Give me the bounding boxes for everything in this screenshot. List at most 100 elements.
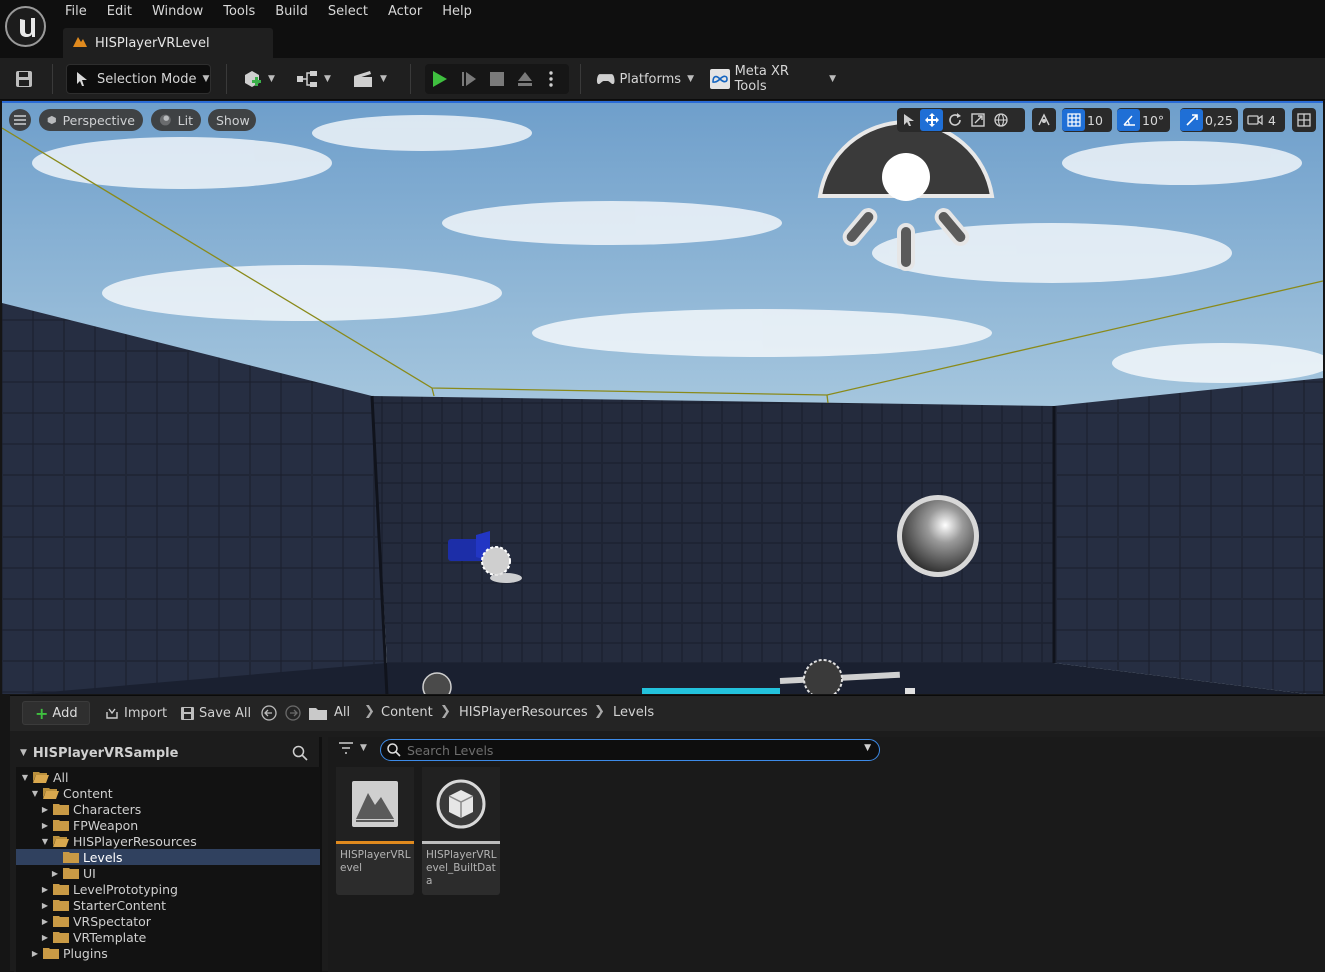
collapse-triangle-icon[interactable]: ▶ <box>50 869 60 878</box>
add-button[interactable]: + Add <box>22 701 90 725</box>
blueprint-icon <box>297 71 317 87</box>
filter-icon <box>339 742 353 754</box>
menu-file[interactable]: File <box>55 0 97 24</box>
import-button[interactable]: Import <box>105 701 167 725</box>
asset-tile-built-data[interactable]: HISPlayerVRLevel_BuiltData <box>422 767 500 895</box>
tree-item[interactable]: ▶ VRTemplate <box>16 929 320 945</box>
tree-item-label: Levels <box>83 849 123 865</box>
expand-triangle-icon[interactable]: ▼ <box>40 837 50 846</box>
viewport-scene <box>2 103 1323 694</box>
tree-item[interactable]: ▶ FPWeapon <box>16 817 320 833</box>
folder-tree: ▼ All ▼ Content ▶ Characters ▶ FPWeapon ▼ HISPlay… <box>16 767 320 972</box>
breadcrumb-content[interactable]: Content <box>381 705 433 720</box>
platforms-label: Platforms <box>619 71 682 87</box>
history-forward-icon[interactable] <box>285 701 301 725</box>
menu-help[interactable]: Help <box>432 0 482 24</box>
breadcrumb-separator-icon[interactable]: ❯ <box>594 704 605 719</box>
tree-item-label: All <box>53 769 69 785</box>
tree-item[interactable]: ▼ All <box>16 769 320 785</box>
show-label: Show <box>216 112 250 128</box>
more-options-icon[interactable] <box>539 71 563 87</box>
collapse-triangle-icon[interactable]: ▶ <box>40 885 50 894</box>
meta-xr-tools-dropdown[interactable]: Meta XR Tools ▼ <box>710 64 836 94</box>
translate-icon[interactable] <box>920 109 943 131</box>
collapse-triangle-icon[interactable]: ▶ <box>30 949 40 958</box>
asset-tile-level[interactable]: HISPlayerVRLevel <box>336 767 414 895</box>
breadcrumb-hisplayerresources[interactable]: HISPlayerResources <box>459 705 588 720</box>
collapse-triangle-icon[interactable]: ▶ <box>40 933 50 942</box>
scale-icon[interactable] <box>966 109 989 131</box>
tree-item[interactable]: ▶ Characters <box>16 801 320 817</box>
tree-item[interactable]: ▶ LevelPrototyping <box>16 881 320 897</box>
chevron-down-icon[interactable]: ▼ <box>864 743 871 753</box>
chevron-down-icon: ▼ <box>687 74 694 84</box>
eject-icon[interactable] <box>511 71 539 87</box>
viewport-layout-button[interactable] <box>1292 108 1316 132</box>
tree-item[interactable]: ▶ StarterContent <box>16 897 320 913</box>
menu-select[interactable]: Select <box>318 0 378 24</box>
asset-view: ▼ ▼ HISPlayerVRLevel HISPlayerVRLevel_Bu… <box>328 737 1325 972</box>
save-icon[interactable] <box>12 64 36 94</box>
save-all-button[interactable]: Save All <box>181 701 251 725</box>
selection-mode-dropdown[interactable]: Selection Mode ▼ <box>66 64 211 94</box>
tree-item[interactable]: ▶ UI <box>16 865 320 881</box>
select-cursor-icon[interactable] <box>897 109 920 131</box>
viewport-menu-button[interactable] <box>9 109 31 131</box>
history-back-icon[interactable] <box>261 701 277 725</box>
world-space-icon[interactable] <box>989 109 1012 131</box>
search-levels-input[interactable] <box>407 742 847 758</box>
folder-icon[interactable] <box>309 701 327 725</box>
import-label: Import <box>124 705 168 721</box>
tree-item[interactable]: ▶ Plugins <box>16 945 320 961</box>
save-all-label: Save All <box>199 705 252 721</box>
expand-triangle-icon[interactable]: ▼ <box>30 789 40 798</box>
collapse-triangle-icon[interactable]: ▶ <box>40 805 50 814</box>
import-icon <box>106 708 118 719</box>
add-actor-button[interactable]: ▼ <box>242 64 280 94</box>
toolbar-divider <box>410 64 411 94</box>
menu-tools[interactable]: Tools <box>213 0 265 24</box>
rotate-icon[interactable] <box>943 109 966 131</box>
menu-actor[interactable]: Actor <box>378 0 432 24</box>
stop-icon[interactable] <box>483 72 511 86</box>
show-dropdown[interactable]: Show <box>208 109 256 131</box>
perspective-dropdown[interactable]: Perspective <box>39 109 143 131</box>
play-icon[interactable] <box>425 70 455 88</box>
blueprint-button[interactable]: ▼ <box>296 64 336 94</box>
search-levels-box[interactable]: ▼ <box>380 739 880 761</box>
camera-speed-control[interactable]: 4 <box>1243 108 1285 132</box>
unreal-engine-logo-icon[interactable] <box>5 6 46 47</box>
step-forward-icon[interactable] <box>455 71 483 87</box>
search-icon[interactable] <box>292 745 308 765</box>
collapse-triangle-icon[interactable]: ▶ <box>40 917 50 926</box>
content-browser-toolbar: + Add Import Save All All ❯ Content ❯ HI… <box>10 696 1325 731</box>
collapse-triangle-icon[interactable]: ▶ <box>40 901 50 910</box>
sources-title: HISPlayerVRSample <box>32 745 179 761</box>
scale-snap-control[interactable]: 0,25 <box>1180 108 1238 132</box>
grid-snap-control[interactable]: 10 <box>1062 108 1112 132</box>
cinematics-button[interactable]: ▼ <box>352 64 392 94</box>
layout-grid-icon <box>1292 109 1315 131</box>
tree-item[interactable]: ▼ HISPlayerResources <box>16 833 320 849</box>
tree-item[interactable]: ▶ VRSpectator <box>16 913 320 929</box>
breadcrumb-levels[interactable]: Levels <box>613 705 654 720</box>
level-viewport[interactable]: Perspective Lit Show 10 10° 0,25 4 <box>2 101 1323 694</box>
breadcrumb-separator-icon[interactable]: ❯ <box>364 704 375 719</box>
breadcrumb-all[interactable]: All <box>334 705 350 720</box>
expand-triangle-icon[interactable]: ▼ <box>20 773 30 782</box>
platforms-dropdown[interactable]: Platforms ▼ <box>596 64 694 94</box>
tree-item[interactable]: ▼ Content <box>16 785 320 801</box>
menu-edit[interactable]: Edit <box>97 0 142 24</box>
sources-header[interactable]: ▼ HISPlayerVRSample <box>14 741 322 765</box>
surface-snap-toggle[interactable] <box>1032 108 1056 132</box>
tree-item[interactable]: Levels <box>16 849 320 865</box>
lit-dropdown[interactable]: Lit <box>151 109 201 131</box>
breadcrumb-separator-icon[interactable]: ❯ <box>440 704 451 719</box>
rotation-snap-control[interactable]: 10° <box>1117 108 1170 132</box>
collapse-triangle-icon[interactable]: ▶ <box>40 821 50 830</box>
menu-build[interactable]: Build <box>265 0 318 24</box>
menu-window[interactable]: Window <box>142 0 213 24</box>
main-menu: File Edit Window Tools Build Select Acto… <box>55 0 482 24</box>
filter-button[interactable]: ▼ <box>338 741 367 755</box>
level-tab[interactable]: HISPlayerVRLevel <box>63 28 273 58</box>
